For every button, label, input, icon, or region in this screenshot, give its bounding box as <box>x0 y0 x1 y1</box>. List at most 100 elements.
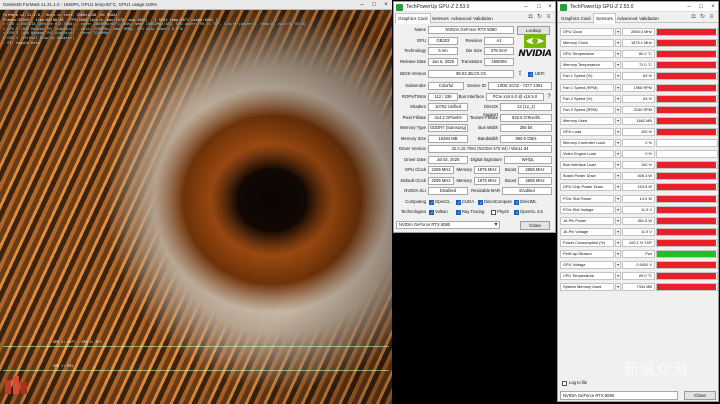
value-default-clock: 2295 MHz <box>428 176 454 185</box>
value-revision: A1 <box>484 36 514 45</box>
chevron-down-icon[interactable]: ▾ <box>615 283 621 292</box>
chevron-down-icon[interactable]: ▾ <box>615 183 621 192</box>
sensor-value: 7334 MB <box>622 283 655 292</box>
label-resizable-bar: Resizable BAR <box>471 188 500 193</box>
label-texture-fillrate: Texture Fillrate <box>469 114 498 120</box>
minimize-icon[interactable]: – <box>520 2 532 12</box>
chevron-down-icon[interactable]: ▾ <box>615 83 621 92</box>
sensor-value: 100.1 % TDP <box>622 238 655 247</box>
chevron-down-icon[interactable]: ▾ <box>615 61 621 70</box>
gpuz-main-titlebar: TechPowerUp GPU-Z 2.53.0 – □ × <box>394 2 555 12</box>
sensor-row: Memory Used ▾ 1662 MB <box>560 116 718 126</box>
value-gpu-clock: 2295 MHz <box>428 166 454 174</box>
share-icon[interactable]: ⇪ <box>516 71 524 78</box>
chevron-down-icon[interactable]: ▾ <box>615 94 621 103</box>
chevron-down-icon[interactable]: ▾ <box>615 161 621 170</box>
sensor-name: 16-Pin Power <box>560 216 614 225</box>
label-rops: ROPs/TMUs <box>401 93 426 99</box>
value-name: NVIDIA GeForce RTX 5080 <box>428 26 514 34</box>
sensor-value: Pwr <box>622 250 655 258</box>
value-die-size: 378 mm² <box>484 47 514 55</box>
gpu-select-dropdown[interactable]: NVIDIA GeForce RTX 5080 <box>396 221 500 229</box>
gpuz-sensors-titlebar: TechPowerUp GPU-Z 2.53.0 – □ × <box>558 2 718 12</box>
sensor-graph-bar <box>657 62 716 69</box>
tab-sensors[interactable]: Sensors <box>593 13 616 24</box>
sensor-value: 2655.0 MHz <box>622 28 655 36</box>
chevron-down-icon[interactable]: ▾ <box>615 194 621 203</box>
label-transistors: Transistors <box>460 58 482 64</box>
close-icon[interactable]: × <box>707 2 719 12</box>
row-memory-size: Memory Size 16384 MB Bandwidth 960.0 GB/… <box>394 134 555 146</box>
chevron-down-icon[interactable]: ▾ <box>615 139 621 147</box>
chevron-down-icon[interactable]: ▾ <box>615 272 621 281</box>
tab-graphics-card[interactable]: Graphics Card <box>559 14 593 23</box>
sensor-name: PCIe Slot Power <box>560 194 614 203</box>
chevron-down-icon[interactable]: ▾ <box>615 150 621 159</box>
chevron-down-icon[interactable]: ▾ <box>615 127 621 136</box>
chevron-down-icon[interactable]: ▾ <box>615 50 621 59</box>
chevron-down-icon[interactable]: ▾ <box>615 250 621 258</box>
minimize-icon[interactable]: – <box>683 2 695 12</box>
minimize-icon[interactable]: – <box>356 0 368 10</box>
refresh-icon[interactable]: ↻ <box>536 14 543 21</box>
sensor-graph-bar <box>657 251 716 257</box>
menu-icon[interactable]: ≡ <box>708 14 715 21</box>
chevron-down-icon[interactable]: ▾ <box>615 105 621 114</box>
directcompute-checkbox <box>478 199 483 205</box>
value-gpu: GB203 <box>428 36 458 45</box>
camera-icon[interactable]: ◘ <box>527 14 534 21</box>
sensor-graph-bar <box>657 162 716 169</box>
help-icon[interactable]: ? <box>545 94 553 101</box>
chevron-down-icon[interactable]: ▾ <box>615 72 621 81</box>
tab-graphics-card[interactable]: Graphics Card <box>395 13 431 24</box>
sensor-graph <box>656 105 718 114</box>
tab-advanced[interactable]: Advanced <box>615 14 639 23</box>
label-technologies: Technologies <box>400 209 426 214</box>
sensor-graph <box>656 161 718 170</box>
chevron-down-icon[interactable]: ▾ <box>615 227 621 236</box>
chevron-down-icon[interactable]: ▾ <box>615 261 621 270</box>
value-memory-type: GDDR7 (Samsung) <box>428 124 468 132</box>
sensor-graph-bar <box>657 51 716 58</box>
camera-icon[interactable]: ◘ <box>690 14 697 21</box>
tab-validation[interactable]: Validation <box>637 14 661 23</box>
close-icon[interactable]: × <box>544 2 556 12</box>
value-texture-fillrate: 942.5 GTexel/s <box>500 113 552 122</box>
benchmark-titlebar: Geeks3D FurMark v1.31.1.0 - 1660Ps, GPU1… <box>0 0 392 10</box>
vulkan-label: Vulkan <box>435 209 448 214</box>
nvidia-wordmark: NVIDIA <box>518 49 552 59</box>
tab-validation[interactable]: Validation <box>471 14 495 23</box>
sensor-row: Memory Controller Load ▾ 0 % <box>560 139 718 148</box>
gpuz-main-title: TechPowerUp GPU-Z 2.53.0 <box>406 4 470 10</box>
sensor-value: 60.2 °C <box>622 50 655 59</box>
chevron-down-icon[interactable]: ▾ <box>615 28 621 36</box>
sensor-row: Fan 2 Speed (%) ▾ 63 % <box>560 94 718 104</box>
label-default-memory: Memory <box>456 177 472 183</box>
sensor-value: 0 % <box>622 139 655 147</box>
menu-icon[interactable]: ≡ <box>545 14 552 21</box>
chevron-down-icon[interactable]: ▾ <box>615 39 621 48</box>
sensor-row: GPU Voltage ▾ 0.9400 V <box>560 261 718 270</box>
chevron-down-icon[interactable]: ▾ <box>615 238 621 247</box>
tab-sensors[interactable]: Sensors <box>430 14 451 23</box>
chevron-down-icon[interactable]: ▾ <box>615 216 621 225</box>
chevron-down-icon[interactable]: ▾ <box>492 222 500 229</box>
uefi-checkbox[interactable] <box>528 72 533 77</box>
chevron-down-icon[interactable]: ▾ <box>615 116 621 125</box>
refresh-icon[interactable]: ↻ <box>699 14 706 21</box>
sensor-row: GPU Clock ▾ 2655.0 MHz <box>560 28 718 37</box>
log-to-file-checkbox[interactable] <box>562 381 567 386</box>
tab-advanced[interactable]: Advanced <box>449 14 473 23</box>
label-subvendor: Subvendor <box>405 83 426 88</box>
sensor-graph-bar <box>657 228 716 235</box>
maximize-icon[interactable]: □ <box>368 0 380 10</box>
maximize-icon[interactable]: □ <box>695 2 707 12</box>
sensor-graph <box>656 28 718 36</box>
chevron-down-icon[interactable]: ▾ <box>615 172 621 181</box>
sensor-row: 16-Pin Voltage ▾ 11.9 V <box>560 227 718 237</box>
close-button[interactable]: Close <box>520 221 550 230</box>
sensor-row: Memory Clock ▾ 1875.1 MHz <box>560 39 718 48</box>
chevron-down-icon[interactable]: ▾ <box>615 205 621 214</box>
physx-label: PhysX <box>497 209 510 214</box>
close-icon[interactable]: × <box>380 0 392 10</box>
